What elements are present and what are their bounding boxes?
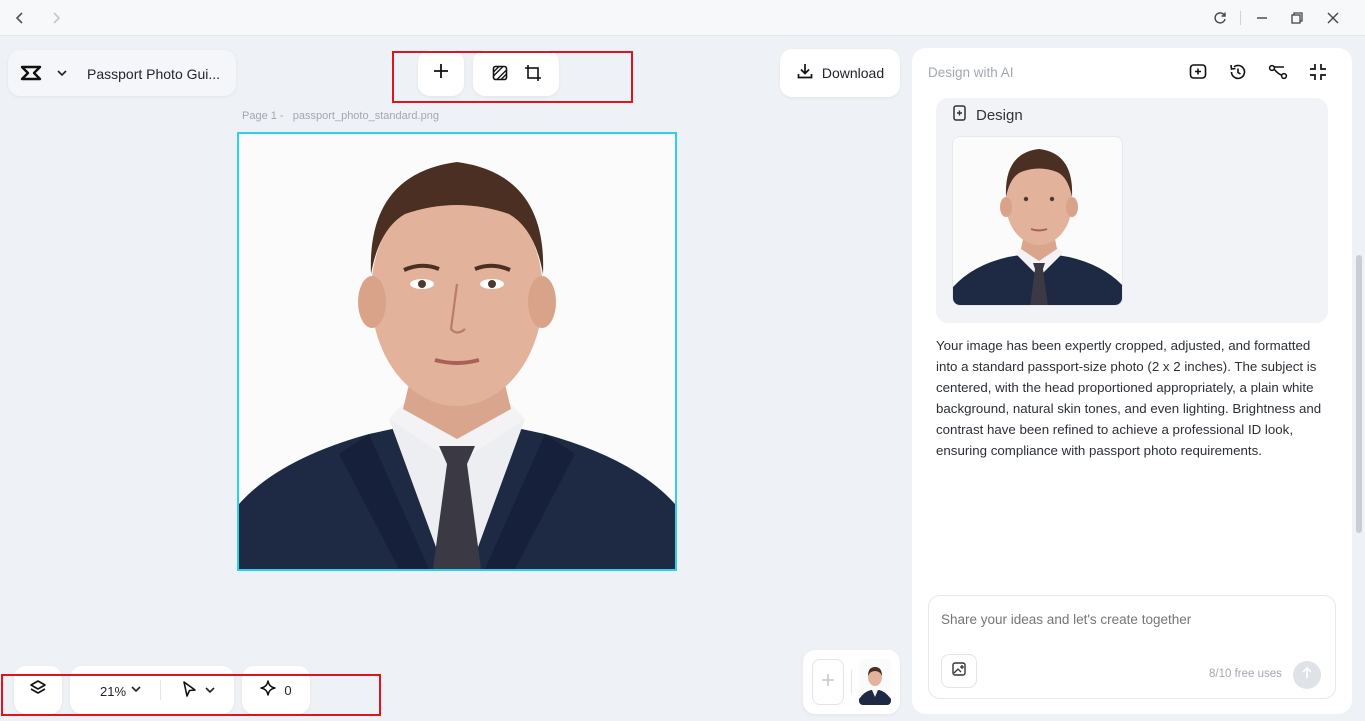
history-icon[interactable]	[1226, 60, 1250, 84]
ai-design-panel: Design with AI Design Your image has bee…	[912, 48, 1352, 714]
canvas-photo[interactable]	[237, 132, 677, 571]
zoom-dropdown[interactable]: 21%	[100, 682, 142, 700]
add-page-button[interactable]	[812, 659, 844, 705]
share-nodes-icon[interactable]	[1266, 60, 1290, 84]
panel-title: Design with AI	[928, 65, 1014, 80]
page-number: Page 1 -	[242, 110, 284, 122]
design-result-card: Design	[936, 98, 1328, 323]
design-photo-image	[953, 137, 1122, 305]
close-icon[interactable]	[1321, 6, 1345, 30]
send-button[interactable]	[1293, 661, 1321, 689]
pages-divider	[851, 670, 852, 694]
design-file-icon	[952, 104, 968, 127]
image-add-icon	[951, 661, 967, 682]
free-uses-label: 8/10 free uses	[1209, 668, 1282, 680]
chevron-down-icon	[204, 683, 216, 701]
capcut-logo-icon	[20, 64, 42, 87]
panel-scrollbar[interactable]	[1356, 255, 1362, 533]
chat-input-box: 8/10 free uses	[928, 595, 1336, 699]
sparkle-icon	[260, 679, 277, 701]
forward-arrow-icon[interactable]	[44, 6, 68, 30]
passport-photo-image	[239, 134, 675, 569]
zoom-value: 21%	[100, 683, 127, 699]
design-header: Design	[952, 104, 1023, 127]
zoom-cursor-group: 21%	[70, 666, 234, 714]
layers-button[interactable]	[14, 666, 62, 714]
chevron-down-icon	[130, 682, 142, 700]
plus-icon	[820, 672, 836, 693]
edit-tools-group	[473, 50, 559, 96]
arrow-up-icon	[1300, 666, 1314, 685]
design-label: Design	[976, 107, 1023, 124]
layers-icon	[29, 679, 47, 702]
pages-strip	[803, 650, 900, 714]
ai-credits-button[interactable]: 0	[242, 666, 310, 714]
chevron-down-icon[interactable]	[56, 66, 68, 84]
credits-count: 0	[284, 682, 292, 698]
plus-icon	[432, 62, 450, 85]
background-remove-icon[interactable]	[488, 61, 512, 85]
download-icon	[796, 62, 814, 85]
titlebar-divider	[1240, 11, 1241, 25]
page-thumbnail[interactable]	[859, 659, 891, 705]
collapse-icon[interactable]	[1306, 60, 1330, 84]
project-menu[interactable]: Passport Photo Gui...	[8, 50, 236, 96]
result-description: Your image has been expertly cropped, ad…	[936, 338, 1322, 458]
file-name: passport_photo_standard.png	[292, 110, 439, 122]
download-label: Download	[821, 65, 885, 81]
page-label: Page 1 - passport_photo_standard.png	[242, 110, 439, 122]
cursor-tool-dropdown[interactable]	[180, 680, 216, 703]
minimize-icon[interactable]	[1250, 6, 1274, 30]
refresh-icon[interactable]	[1208, 6, 1232, 30]
project-title: Passport Photo Gui...	[87, 66, 221, 82]
chat-input[interactable]	[941, 608, 1321, 630]
cursor-pointer-icon	[180, 680, 198, 703]
new-chat-icon[interactable]	[1186, 60, 1210, 84]
add-button[interactable]	[418, 50, 464, 96]
restore-icon[interactable]	[1285, 6, 1309, 30]
title-bar	[0, 0, 1365, 36]
toolbar-divider	[160, 680, 161, 700]
crop-resize-icon[interactable]	[521, 61, 545, 85]
thumbnail-photo-image	[859, 667, 891, 705]
upload-image-button[interactable]	[941, 654, 977, 688]
back-arrow-icon[interactable]	[8, 6, 32, 30]
design-thumbnail[interactable]	[952, 136, 1123, 306]
download-button[interactable]: Download	[780, 49, 900, 97]
